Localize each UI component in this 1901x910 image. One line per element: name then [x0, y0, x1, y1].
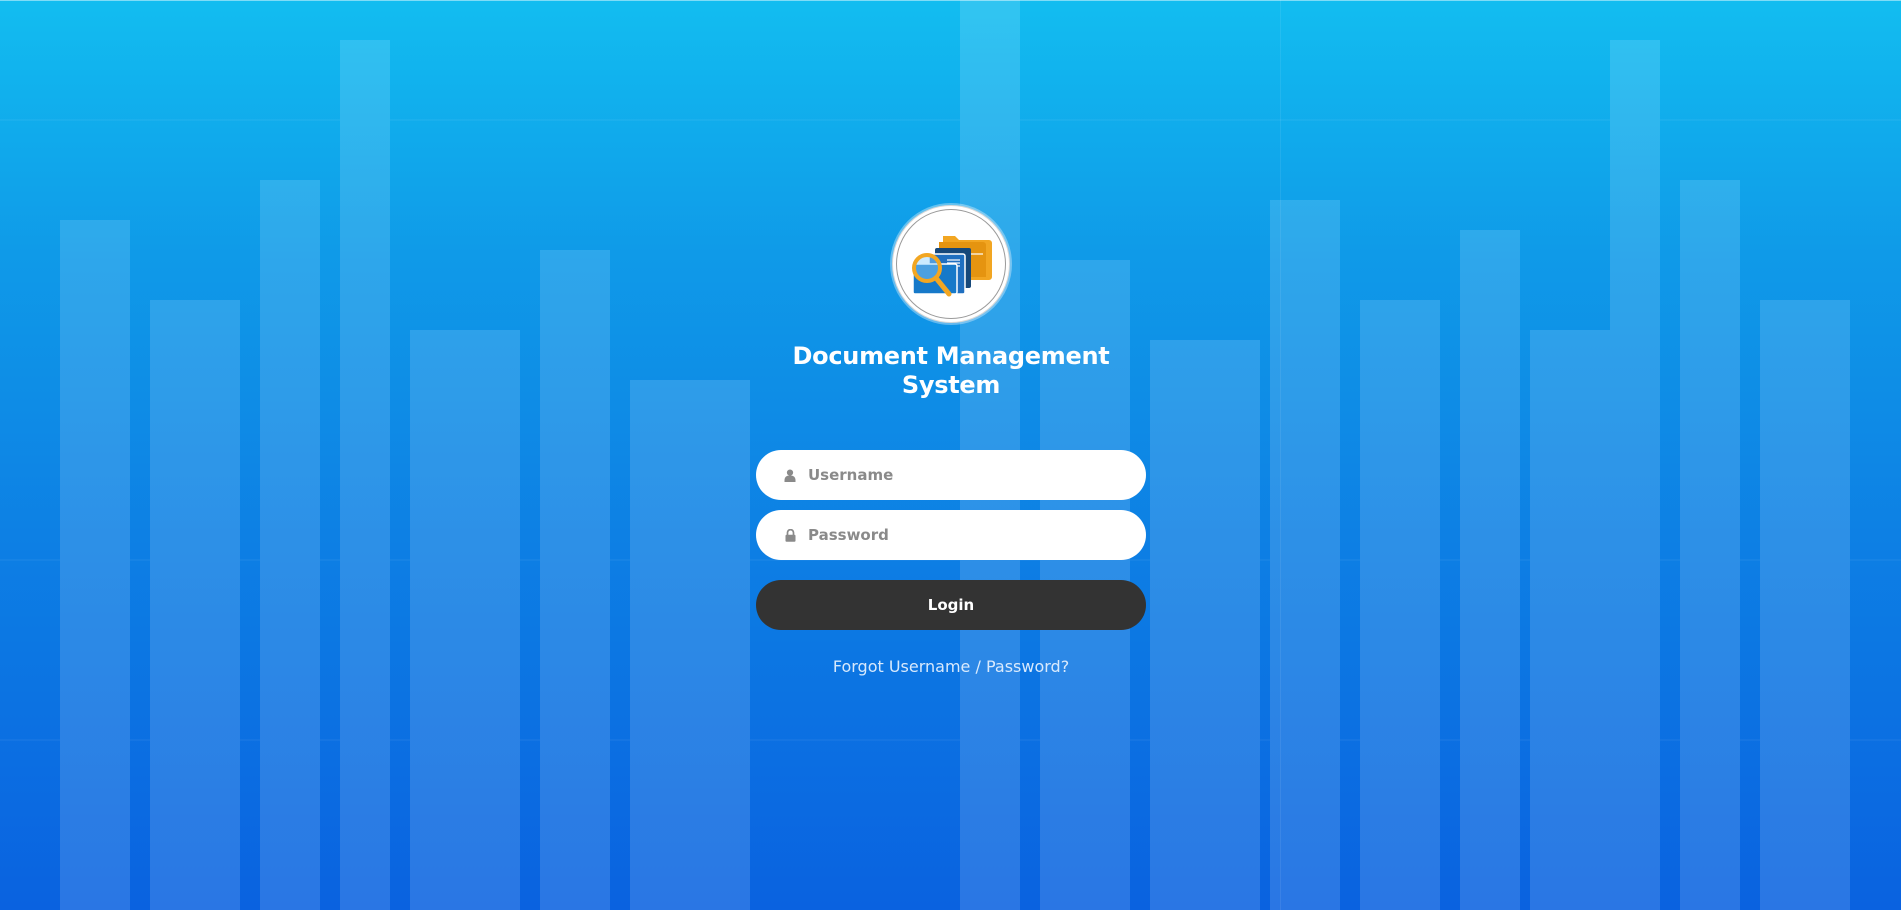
lock-icon: [784, 528, 796, 542]
username-field[interactable]: [756, 450, 1146, 500]
username-input[interactable]: [808, 455, 1128, 495]
login-button[interactable]: Login: [756, 580, 1146, 630]
forgot-credentials-link[interactable]: Forgot Username / Password?: [833, 657, 1069, 676]
password-input[interactable]: [808, 515, 1128, 555]
app-logo: [892, 205, 1010, 323]
user-icon: [784, 468, 796, 482]
logo-ring: [896, 209, 1006, 319]
app-title: Document Management System: [792, 342, 1110, 399]
document-search-icon: [912, 236, 992, 297]
password-field[interactable]: [756, 510, 1146, 560]
background-seam: [1280, 0, 1281, 910]
login-panel: Document Management System Login Forgot …: [756, 205, 1146, 676]
